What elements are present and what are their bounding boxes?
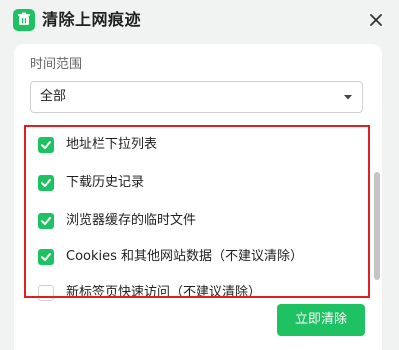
trash-bin-icon [13, 9, 35, 31]
checkbox-unchecked[interactable] [38, 285, 54, 301]
option-new-tab-quick-access[interactable]: 新标签页快速访问（不建议清除） [30, 280, 350, 306]
checkbox-checked[interactable] [38, 137, 54, 153]
dialog-title: 清除上网痕迹 [42, 10, 142, 29]
checkmark-icon [41, 141, 51, 149]
checkmark-icon [41, 253, 51, 261]
options-scrollbar[interactable] [373, 122, 381, 350]
time-range-select[interactable]: 全部 [30, 81, 363, 113]
option-address-bar-dropdown[interactable]: 地址栏下拉列表 [30, 132, 350, 158]
option-label: 地址栏下拉列表 [66, 137, 158, 152]
time-range-label: 时间范围 [30, 57, 83, 72]
checkbox-checked[interactable] [38, 213, 54, 229]
option-cookies-site-data[interactable]: Cookies 和其他网站数据（不建议清除） [30, 244, 350, 270]
time-range-selected-value: 全部 [40, 89, 67, 104]
checkmark-icon [41, 179, 51, 187]
dialog-titlebar: 清除上网痕迹 [0, 0, 399, 40]
scrollbar-thumb[interactable] [374, 172, 380, 280]
option-label: 下载历史记录 [66, 175, 145, 190]
option-download-history[interactable]: 下载历史记录 [30, 170, 350, 196]
option-cached-temp-files[interactable]: 浏览器缓存的临时文件 [30, 208, 350, 234]
checkbox-checked[interactable] [38, 249, 54, 265]
caret-down-icon [342, 91, 354, 103]
close-button[interactable] [365, 9, 387, 31]
option-label: 新标签页快速访问（不建议清除） [66, 285, 262, 300]
checkmark-icon [41, 217, 51, 225]
option-label: 浏览器缓存的临时文件 [66, 213, 197, 228]
clear-browsing-data-dialog: 清除上网痕迹 时间范围 全部 地址栏下拉列表 下载历史记录 浏览器缓存的临时文件… [0, 0, 399, 350]
option-label: Cookies 和其他网站数据（不建议清除） [66, 249, 304, 264]
close-icon [370, 14, 382, 26]
checkbox-checked[interactable] [38, 175, 54, 191]
clear-now-button[interactable]: 立即清除 [277, 304, 365, 336]
